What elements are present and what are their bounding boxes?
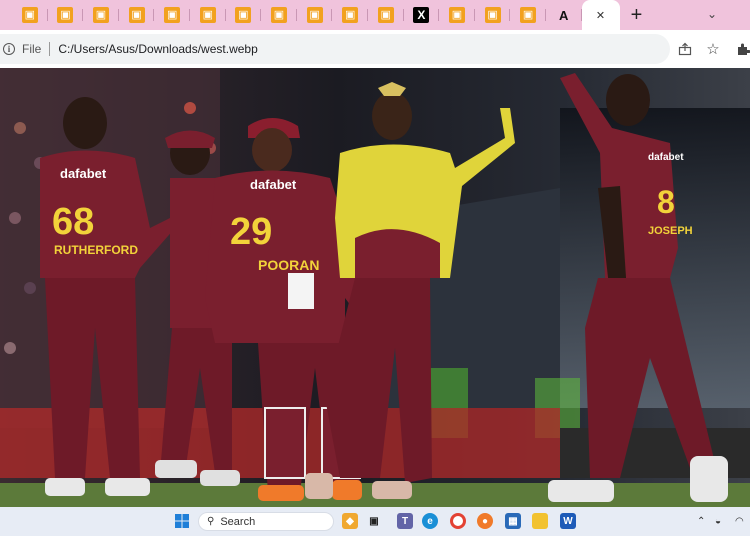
taskbar-search[interactable]: ⚲ Search	[198, 512, 334, 531]
browser-tab[interactable]: ▣	[261, 0, 297, 30]
windows-taskbar: ⚲ Search ◆ ▣ T e ● ▦ W ⌃ ◒ ◠	[0, 507, 750, 536]
cricket-celebration-photo: dafabet 68 RUTHERFORD dafabet 29 POORAN …	[0, 68, 750, 507]
browser-tab[interactable]: ▣	[83, 0, 119, 30]
windows-start-icon[interactable]	[174, 513, 190, 529]
browser-tab[interactable]: ▣	[510, 0, 546, 30]
address-divider	[49, 42, 51, 56]
teams-icon[interactable]: T	[397, 513, 413, 529]
task-view-icon[interactable]: ▣	[366, 513, 382, 529]
browser-tab[interactable]: ▣	[190, 0, 226, 30]
share-icon[interactable]	[676, 40, 694, 58]
browser-toolbar: i File C:/Users/Asus/Downloads/west.webp…	[0, 30, 750, 68]
orange-favicon-icon: ▣	[21, 7, 38, 23]
jersey-sponsor-1: dafabet	[60, 166, 107, 181]
orange-favicon-icon: ▣	[199, 7, 216, 23]
jersey-sponsor-2: dafabet	[250, 177, 297, 192]
browser-tab[interactable]: ▣	[439, 0, 475, 30]
orange-favicon-icon: ▣	[377, 7, 394, 23]
tab-search-icon[interactable]: ⌄	[702, 4, 722, 24]
orange-favicon-icon: ▣	[57, 7, 74, 23]
browser-tab[interactable]: X	[404, 0, 440, 30]
edge-icon[interactable]: e	[422, 513, 438, 529]
jersey-sponsor-3: dafabet	[648, 152, 684, 163]
network-icon[interactable]: ◒	[715, 514, 721, 528]
wifi-icon[interactable]: ◠	[735, 514, 744, 528]
browser-tab[interactable]: ▣	[332, 0, 368, 30]
tray-chevron-icon[interactable]: ⌃	[697, 514, 705, 528]
orange-favicon-icon: ▣	[306, 7, 323, 23]
orange-favicon-icon: ▣	[128, 7, 145, 23]
browser-tab[interactable]: ▣	[48, 0, 84, 30]
word-icon[interactable]: W	[560, 513, 576, 529]
jersey-name-1: RUTHERFORD	[54, 243, 138, 257]
orange-favicon-icon: ▣	[448, 7, 465, 23]
jersey-number-3: 8	[657, 184, 675, 220]
widgets-icon[interactable]: ◆	[342, 513, 358, 529]
tab-strip-edge	[0, 0, 12, 30]
url-text[interactable]: C:/Users/Asus/Downloads/west.webp	[58, 42, 257, 56]
browser-tab[interactable]: ▣	[297, 0, 333, 30]
x-favicon-icon: X	[413, 7, 430, 23]
window-controls[interactable]	[722, 0, 750, 30]
browser-tab[interactable]: ▣	[226, 0, 262, 30]
browser-tab[interactable]: ▣	[475, 0, 511, 30]
orange-favicon-icon: ▣	[270, 7, 287, 23]
firefox-icon[interactable]: ●	[477, 513, 493, 529]
close-tab-icon[interactable]: ✕	[596, 9, 605, 22]
browser-tab[interactable]: A	[546, 0, 582, 30]
jersey-name-3: JOSEPH	[648, 225, 693, 237]
new-tab-button[interactable]: +	[620, 0, 654, 30]
orange-favicon-icon: ▣	[484, 7, 501, 23]
image-viewport: dafabet 68 RUTHERFORD dafabet 29 POORAN …	[0, 68, 750, 507]
orange-favicon-icon: ▣	[92, 7, 109, 23]
orange-favicon-icon: ▣	[235, 7, 252, 23]
scheme-label: File	[22, 42, 42, 56]
chrome-icon[interactable]	[450, 513, 466, 529]
search-icon: ⚲	[207, 516, 215, 527]
active-tab[interactable]: ✕	[581, 0, 620, 30]
a-favicon-icon: A	[559, 7, 569, 23]
orange-favicon-icon: ▣	[164, 7, 181, 23]
jersey-number-1: 68	[52, 201, 94, 243]
tab-strip: ▣ ▣ ▣ ▣ ▣ ▣ ▣ ▣ ▣ ▣ ▣ X ▣ ▣ ▣ A ✕ + ⌄	[0, 0, 750, 30]
jersey-number-2: 29	[230, 211, 272, 253]
store-icon[interactable]: ▦	[505, 513, 521, 529]
address-bar[interactable]: i File C:/Users/Asus/Downloads/west.webp	[0, 34, 670, 64]
jersey-name-2: POORAN	[258, 257, 319, 273]
file-explorer-icon[interactable]	[532, 513, 548, 529]
browser-tab[interactable]: ▣	[368, 0, 404, 30]
browser-tab[interactable]: ▣	[12, 0, 48, 30]
orange-favicon-icon: ▣	[342, 7, 359, 23]
extensions-icon[interactable]	[736, 40, 750, 58]
taskbar-search-label: Search	[220, 515, 256, 528]
tab-list: ▣ ▣ ▣ ▣ ▣ ▣ ▣ ▣ ▣ ▣ ▣ X ▣ ▣ ▣ A	[12, 0, 582, 30]
orange-favicon-icon: ▣	[520, 7, 537, 23]
bookmark-star-icon[interactable]: ☆	[704, 40, 722, 58]
info-icon[interactable]: i	[3, 43, 15, 55]
browser-tab[interactable]: ▣	[154, 0, 190, 30]
browser-tab[interactable]: ▣	[119, 0, 155, 30]
